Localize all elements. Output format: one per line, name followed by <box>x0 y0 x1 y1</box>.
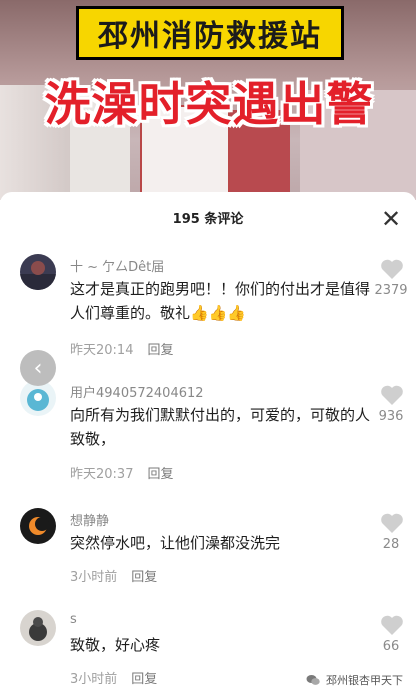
reply-button[interactable]: 回复 <box>147 467 173 482</box>
comment-time: 3小时前 <box>70 570 118 585</box>
comment-time: 昨天20:14 <box>70 343 134 358</box>
wechat-icon <box>306 675 320 685</box>
back-button[interactable]: ‹ <box>20 350 56 386</box>
video-frame: 邳州消防救援站 洗澡时突遇出警 <box>0 0 416 200</box>
avatar[interactable] <box>20 254 56 290</box>
comment-username[interactable]: 十 ~ 亇厶Dêt届 <box>70 256 164 275</box>
like-count: 66 <box>382 639 400 654</box>
comment-username[interactable]: 想静静 <box>70 510 109 529</box>
like-count: 2379 <box>374 283 408 298</box>
comment-username[interactable]: 用户4940572404612 <box>70 382 204 401</box>
reply-button[interactable]: 回复 <box>147 343 173 358</box>
reply-button[interactable]: 回复 <box>131 570 157 585</box>
comment-time: 昨天20:37 <box>70 467 134 482</box>
comment-meta: 3小时前 回复 <box>70 668 157 687</box>
comment-text: 突然停水吧，让他们澡都没洗完 <box>70 534 281 552</box>
chevron-left-icon: ‹ <box>33 355 43 381</box>
comment-time: 3小时前 <box>70 672 118 687</box>
comment-text: 致敬，好心疼 <box>70 636 161 654</box>
watermark-text: 邳州银杏甲天下 <box>326 674 403 687</box>
heart-icon[interactable] <box>380 258 404 280</box>
comment-text: 这才是真正的跑男吧！！你们的付出才是值得人们尊重的。敬礼👍👍👍 <box>70 280 371 322</box>
avatar[interactable] <box>20 610 56 646</box>
reply-button[interactable]: 回复 <box>131 672 157 687</box>
close-icon: ✕ <box>380 205 402 233</box>
heart-icon[interactable] <box>380 384 404 406</box>
like-count: 936 <box>378 409 404 424</box>
comment-username[interactable]: s <box>70 612 77 627</box>
avatar[interactable] <box>20 508 56 544</box>
close-button[interactable]: ✕ <box>378 206 404 232</box>
heart-icon[interactable] <box>380 512 404 534</box>
video-title-banner: 邳州消防救援站 <box>76 6 344 60</box>
comment-text: 向所有为我们默默付出的，可爱的，可敬的人致敬， <box>70 406 371 448</box>
comments-sheet: 195 条评论 ✕ 十 ~ 亇厶Dêt届 这才是真正的跑男吧！！你们的付出才是值… <box>0 192 416 699</box>
comment-meta: 昨天20:14 回复 <box>70 339 173 358</box>
like-count: 28 <box>382 537 400 552</box>
watermark: 邳州银杏甲天下 <box>306 672 403 688</box>
comment-meta: 昨天20:37 回复 <box>70 463 173 482</box>
video-subtitle: 洗澡时突遇出警 <box>44 77 374 131</box>
comments-count-title: 195 条评论 <box>172 212 244 227</box>
comment-meta: 3小时前 回复 <box>70 566 157 585</box>
heart-icon[interactable] <box>380 614 404 636</box>
